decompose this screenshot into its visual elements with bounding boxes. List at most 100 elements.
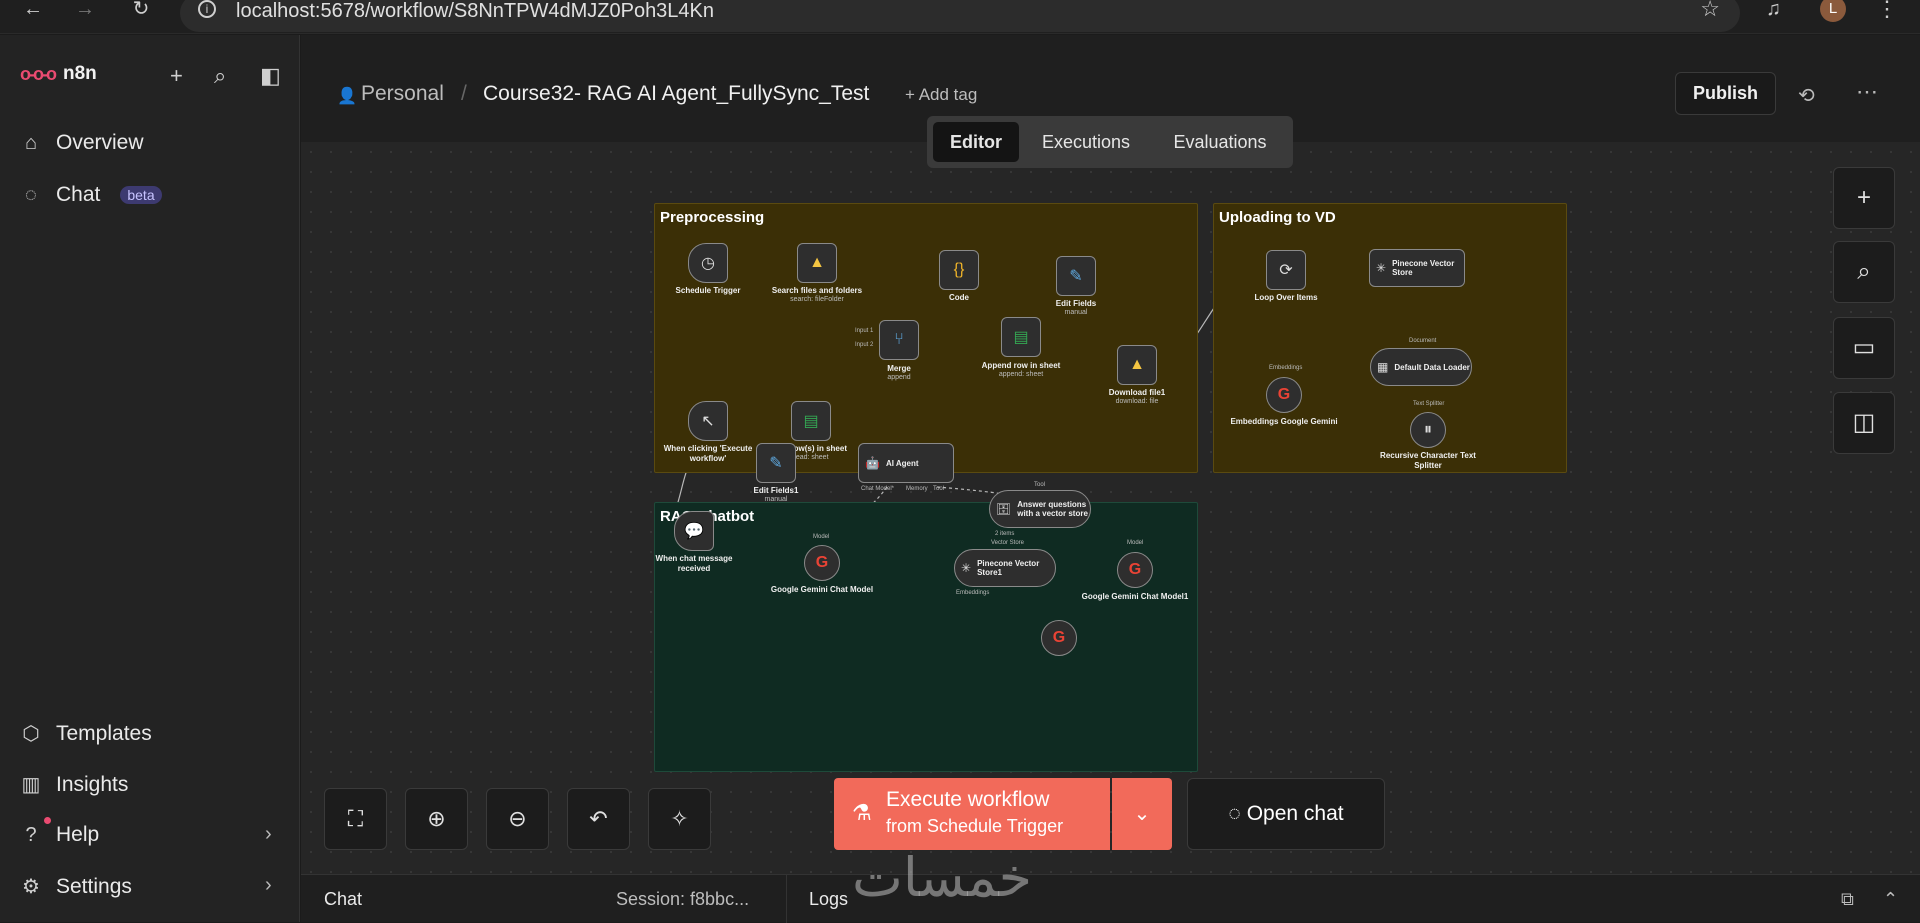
sidebar-item-insights[interactable]: ▥ Insights xyxy=(20,772,129,797)
pinecone-vector-store-node[interactable]: ✳ Pinecone Vector Store xyxy=(1369,249,1465,287)
tidy-up-button[interactable]: ✧ xyxy=(648,788,711,850)
port-label: Vector Store xyxy=(991,540,1025,546)
merge-icon: ⑂ xyxy=(894,331,904,348)
bookmark-star-icon[interactable]: ☆ xyxy=(1700,0,1720,22)
google-drive-search-node[interactable]: ▲ xyxy=(797,243,837,283)
tab-executions[interactable]: Executions xyxy=(1029,122,1143,162)
loop-over-items-node[interactable]: ⟳ xyxy=(1266,250,1306,290)
node-label: Append row in sheet xyxy=(981,361,1061,370)
workflow-title[interactable]: Course32- RAG AI Agent_FullySync_Test xyxy=(483,82,869,106)
sidebar-item-label: Overview xyxy=(56,131,144,154)
download-file-node[interactable]: ▲ xyxy=(1117,345,1157,385)
search-icon[interactable]: ⌕ xyxy=(214,63,226,89)
text-splitter-node[interactable]: ⏸ xyxy=(1410,412,1446,448)
ai-agent-node[interactable]: 🤖 AI Agent xyxy=(858,443,954,483)
sidebar-item-label: Insights xyxy=(56,772,129,796)
sidebar-item-settings[interactable]: ⚙ Settings xyxy=(20,874,132,899)
add-node-button[interactable]: + xyxy=(1833,167,1895,229)
media-icon[interactable]: ♫ xyxy=(1766,0,1781,21)
port-label: Text Splitter xyxy=(1413,401,1445,407)
collapse-sidebar-icon[interactable]: ◧ xyxy=(260,63,281,89)
node-label: Search files and folders xyxy=(771,286,863,295)
url-text[interactable]: localhost:5678/workflow/S8NnTPW4dMJZ0Poh… xyxy=(236,0,714,23)
back-icon[interactable]: ← xyxy=(18,0,48,22)
n8n-logo-icon: o-o-o xyxy=(20,63,57,84)
execute-dropdown-button[interactable]: ⌄ xyxy=(1112,778,1172,850)
sidebar-item-overview[interactable]: ⌂ Overview xyxy=(20,131,144,155)
schedule-trigger-node[interactable]: ◷ xyxy=(688,243,728,283)
browser-toolbar: ← → ↻ i localhost:5678/workflow/S8NnTPW4… xyxy=(0,0,1920,34)
default-data-loader-node[interactable]: ▦ Default Data Loader xyxy=(1370,348,1472,386)
search-nodes-button[interactable]: ⌕ xyxy=(1833,241,1895,303)
items-count: 2 items xyxy=(995,531,1015,537)
open-chat-button[interactable]: ◌ Open chat xyxy=(1187,778,1385,850)
port-label: Tool xyxy=(1034,482,1046,488)
forward-icon[interactable]: → xyxy=(70,0,100,22)
embeddings-gemini-node[interactable]: G xyxy=(1266,377,1302,413)
embeddings-gemini1-node[interactable]: G xyxy=(1041,620,1077,656)
workflow-canvas[interactable]: Preprocessing Uploading to VD RAG Chatbo… xyxy=(301,142,1920,874)
gemini-chat-model1-node[interactable]: G xyxy=(1117,552,1153,588)
node-label: Pinecone Vector Store xyxy=(1392,259,1455,277)
browser-menu-icon[interactable]: ⋮ xyxy=(1876,0,1898,22)
merge-node[interactable]: ⑂ xyxy=(879,320,919,360)
n8n-logo[interactable]: o-o-o n8n xyxy=(20,63,97,85)
code-node[interactable]: {} xyxy=(939,250,979,290)
sticky-note-uploading[interactable]: Uploading to VD xyxy=(1213,203,1567,473)
tab-evaluations[interactable]: Evaluations xyxy=(1155,122,1285,162)
node-label: When chat message received xyxy=(655,554,733,573)
sticky-note-rag-chatbot[interactable]: RAG Chatbot xyxy=(654,502,1198,772)
chat-trigger-node[interactable]: 💬 xyxy=(674,511,714,551)
address-bar[interactable]: i localhost:5678/workflow/S8NnTPW4dMJZ0P… xyxy=(180,0,1740,32)
sticky-title: Preprocessing xyxy=(660,209,765,226)
chevron-right-icon[interactable]: › xyxy=(265,874,272,897)
port-label: Input 2 xyxy=(855,342,874,348)
sticky-note-preprocessing[interactable]: Preprocessing xyxy=(654,203,1198,473)
chevron-up-icon[interactable]: ⌃ xyxy=(1883,889,1898,910)
node-label: Schedule Trigger xyxy=(675,286,741,295)
templates-icon: ⬡ xyxy=(22,723,40,745)
profile-avatar[interactable]: L xyxy=(1820,0,1846,22)
zoom-out-button[interactable]: ⊖ xyxy=(486,788,549,850)
google-sheets-get-rows-node[interactable]: ▤ xyxy=(791,401,831,441)
chevron-right-icon[interactable]: › xyxy=(265,823,272,846)
plus-icon[interactable]: + xyxy=(170,63,183,89)
chat-icon: ◌ xyxy=(25,183,37,206)
site-info-icon[interactable]: i xyxy=(198,0,216,18)
more-options-icon[interactable]: ⋯ xyxy=(1856,79,1878,105)
breadcrumb-project[interactable]: Personal xyxy=(361,82,444,106)
append-row-node[interactable]: ▤ xyxy=(1001,317,1041,357)
logs-panel-title[interactable]: Logs xyxy=(809,889,848,910)
publish-button[interactable]: Publish xyxy=(1675,72,1776,115)
sidebar-item-help[interactable]: ? Help xyxy=(20,823,99,847)
zoom-in-button[interactable]: ⊕ xyxy=(405,788,468,850)
pinecone-vector-store1-node[interactable]: ✳ Pinecone Vector Store1 xyxy=(954,549,1056,587)
popout-icon[interactable]: ⧉ xyxy=(1841,889,1854,910)
port-label: Chat Model* xyxy=(861,486,895,492)
node-label: Loop Over Items xyxy=(1254,293,1318,302)
node-label: Default Data Loader xyxy=(1394,362,1470,372)
edit-fields-node[interactable]: ✎ xyxy=(1056,256,1096,296)
port-label: Input 1 xyxy=(855,328,874,334)
database-icon: 🗄 xyxy=(996,502,1012,516)
sidebar-item-templates[interactable]: ⬡ Templates xyxy=(20,721,151,746)
sidebar-item-chat[interactable]: ◌ Chat beta xyxy=(20,183,162,207)
history-icon[interactable]: ⟲ xyxy=(1798,83,1815,108)
add-tag-button[interactable]: + Add tag xyxy=(905,85,977,105)
toggle-panel-button[interactable]: ◫ xyxy=(1833,392,1895,454)
reload-icon[interactable]: ↻ xyxy=(126,0,156,22)
splitter-icon: ⏸ xyxy=(1423,421,1432,438)
manual-trigger-node[interactable]: ↖ xyxy=(688,401,728,441)
sidebar-item-label: Help xyxy=(56,823,100,846)
chat-panel-title[interactable]: Chat xyxy=(324,889,362,910)
undo-button[interactable]: ↶ xyxy=(567,788,630,850)
fit-view-button[interactable]: ⛶ xyxy=(324,788,387,850)
answer-questions-node[interactable]: 🗄 Answer questions with a vector store xyxy=(989,490,1091,528)
tab-editor[interactable]: Editor xyxy=(933,122,1019,162)
sticky-note-button[interactable]: ▭ xyxy=(1833,317,1895,379)
edit-fields1-node[interactable]: ✎ xyxy=(756,443,796,483)
node-label: When clicking 'Execute workflow' xyxy=(663,444,753,463)
execute-workflow-button[interactable]: ⚗ Execute workflow from Schedule Trigger xyxy=(834,778,1110,850)
panel-divider xyxy=(786,875,787,923)
gemini-chat-model-node[interactable]: G xyxy=(804,545,840,581)
